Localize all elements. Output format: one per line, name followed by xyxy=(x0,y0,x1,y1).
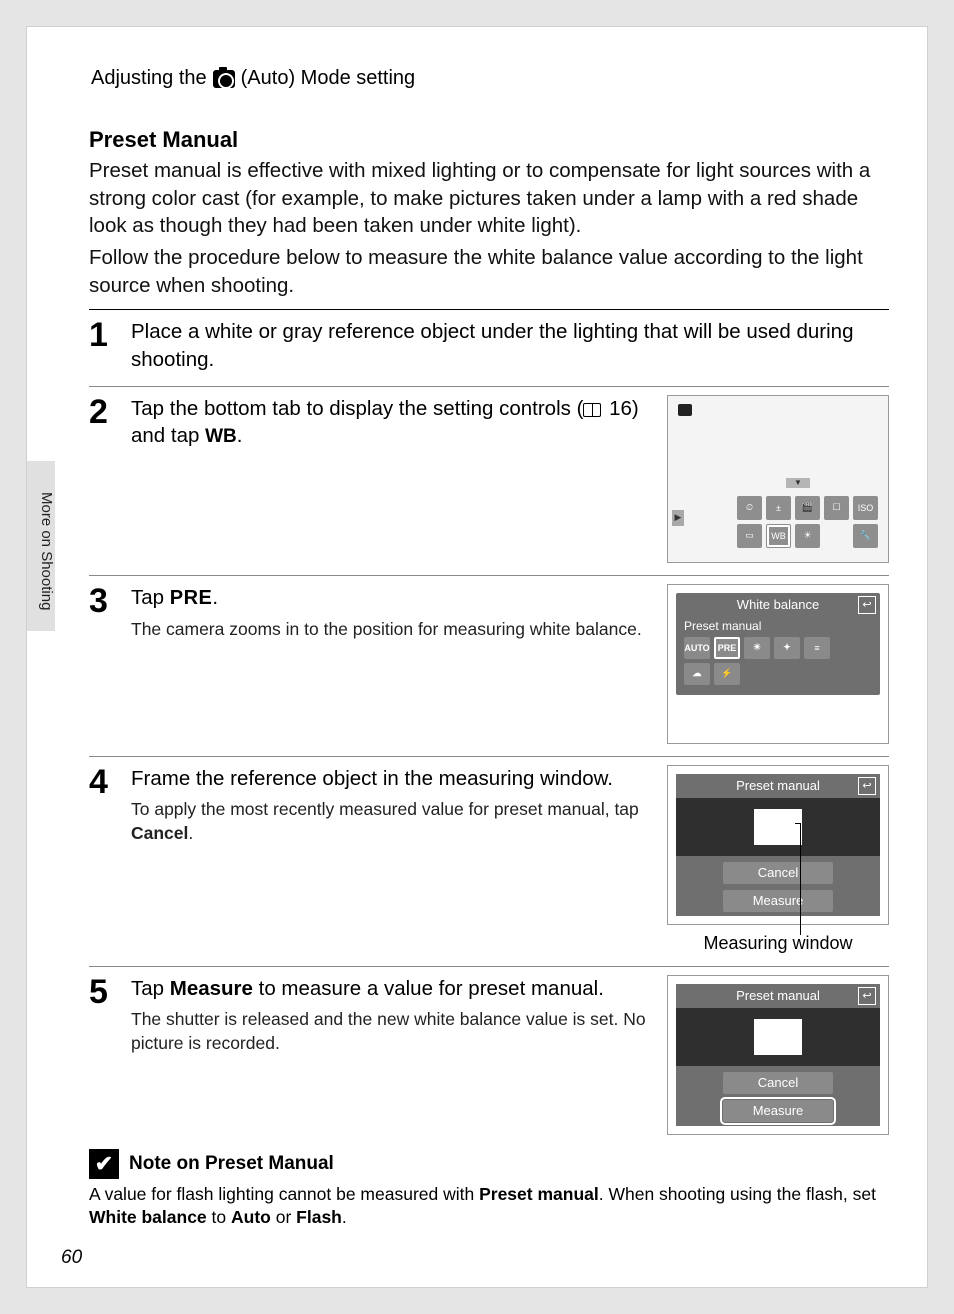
timer-icon[interactable]: ⏲ xyxy=(737,496,762,520)
iso-icon[interactable]: ISO xyxy=(853,496,878,520)
step-5-text: Tap Measure to measure a value for prese… xyxy=(131,975,649,1003)
back-button[interactable]: ↩ xyxy=(858,596,876,614)
callout-line xyxy=(800,823,801,935)
wb-options-row-1: AUTO PRE ☀ ✦ ≡ xyxy=(676,637,880,659)
wb-cloudy-option[interactable]: ☁ xyxy=(684,663,710,685)
button-stack: Cancel Measure xyxy=(676,862,880,912)
callout-line xyxy=(795,823,801,824)
step-4-sub: To apply the most recently measured valu… xyxy=(131,798,649,845)
content-area: Preset Manual Preset manual is effective… xyxy=(89,127,889,1230)
step-2: 2 Tap the bottom tab to display the sett… xyxy=(89,395,889,563)
wb-menu: White balance ↩ Preset manual AUTO PRE ☀… xyxy=(676,593,880,695)
movie-icon[interactable]: 🎬 xyxy=(795,496,820,520)
back-button[interactable]: ↩ xyxy=(858,777,876,795)
screenshot-measure-active: Preset manual ↩ Cancel Measure xyxy=(667,975,889,1135)
exposure-icon[interactable]: ± xyxy=(766,496,791,520)
camera-mode-icon xyxy=(678,404,692,416)
step-1-text: Place a white or gray reference object u… xyxy=(131,318,889,373)
wb-fluorescent-option[interactable]: ≡ xyxy=(804,637,830,659)
wb-icon: WB xyxy=(205,426,237,447)
settings-icon-row-2: ▭ WB ☀ 🔧 xyxy=(737,524,878,548)
note-icon: ✔ xyxy=(89,1149,119,1179)
section-title: Preset Manual xyxy=(89,127,889,153)
measure-viewport xyxy=(676,1008,880,1066)
wb-daylight-option[interactable]: ☀ xyxy=(744,637,770,659)
step-number: 1 xyxy=(89,318,117,352)
section-tab: More on Shooting xyxy=(27,461,55,631)
step-4: 4 Frame the reference object in the meas… xyxy=(89,765,889,954)
step-3-sub: The camera zooms in to the position for … xyxy=(131,618,649,642)
wb-icon-button[interactable]: WB xyxy=(766,524,791,548)
step-number: 5 xyxy=(89,975,117,1009)
measuring-window-box xyxy=(754,809,802,845)
step-4-text: Frame the reference object in the measur… xyxy=(131,765,649,793)
settings-icon-row-1: ⏲ ± 🎬 ☐ ISO xyxy=(737,496,878,520)
wb-menu-subtitle: Preset manual xyxy=(676,617,880,637)
note-title: Note on Preset Manual xyxy=(129,1153,334,1175)
wb-options-row-2: ☁ ⚡ xyxy=(676,663,880,685)
step-3: 3 Tap PRE. The camera zooms in to the po… xyxy=(89,584,889,744)
step-number: 2 xyxy=(89,395,117,429)
step-1: 1 Place a white or gray reference object… xyxy=(89,318,889,373)
screenshot-settings-tab: ▼ ▶ ⏲ ± 🎬 ☐ ISO ▭ WB ☀ 🔧 xyxy=(667,395,889,563)
divider xyxy=(89,756,889,757)
manual-page: Adjusting the (Auto) Mode setting More o… xyxy=(26,26,928,1288)
screenshot-measure-window: Preset manual ↩ Cancel Measure xyxy=(667,765,889,925)
step-5-sub: The shutter is released and the new whit… xyxy=(131,1008,649,1055)
measure-button[interactable]: Measure xyxy=(723,1100,833,1122)
header-suffix: (Auto) Mode setting xyxy=(241,67,416,90)
measure-viewport xyxy=(676,798,880,856)
screenshot-wb-menu: White balance ↩ Preset manual AUTO PRE ☀… xyxy=(667,584,889,744)
step-2-text: Tap the bottom tab to display the settin… xyxy=(131,395,649,450)
continuous-icon[interactable]: ▭ xyxy=(737,524,762,548)
wb-incandescent-option[interactable]: ✦ xyxy=(774,637,800,659)
cancel-button[interactable]: Cancel xyxy=(723,862,833,884)
back-button[interactable]: ↩ xyxy=(858,987,876,1005)
divider xyxy=(89,309,889,310)
wb-pre-option[interactable]: PRE xyxy=(714,637,740,659)
page-header: Adjusting the (Auto) Mode setting xyxy=(91,67,415,90)
page-ref-icon xyxy=(583,403,601,417)
preset-menu: Preset manual ↩ Cancel Measure xyxy=(676,774,880,916)
divider xyxy=(89,966,889,967)
step-number: 4 xyxy=(89,765,117,799)
wb-menu-title: White balance xyxy=(737,597,819,612)
note-body: A value for flash lighting cannot be mea… xyxy=(89,1183,889,1230)
measure-button[interactable]: Measure xyxy=(723,890,833,912)
divider xyxy=(89,386,889,387)
side-arrow-tab[interactable]: ▶ xyxy=(672,510,684,526)
preset-menu: Preset manual ↩ Cancel Measure xyxy=(676,984,880,1126)
note-block: ✔ Note on Preset Manual xyxy=(89,1149,889,1179)
pulldown-icon: ▼ xyxy=(786,478,810,488)
preset-menu-title: Preset manual xyxy=(736,988,820,1003)
wb-flash-option[interactable]: ⚡ xyxy=(714,663,740,685)
pre-icon: PRE xyxy=(170,587,213,609)
touch-icon[interactable]: ☐ xyxy=(824,496,849,520)
measuring-window-box xyxy=(754,1019,802,1055)
step-3-text: Tap PRE. xyxy=(131,584,649,612)
preset-menu-title: Preset manual xyxy=(736,778,820,793)
section-para-2: Follow the procedure below to measure th… xyxy=(89,244,889,299)
step-number: 3 xyxy=(89,584,117,618)
camera-icon xyxy=(213,70,235,88)
divider xyxy=(89,575,889,576)
page-number: 60 xyxy=(61,1247,82,1269)
wb-auto-option[interactable]: AUTO xyxy=(684,637,710,659)
ev-icon[interactable]: ☀ xyxy=(795,524,820,548)
header-prefix: Adjusting the xyxy=(91,67,207,90)
step-5: 5 Tap Measure to measure a value for pre… xyxy=(89,975,889,1135)
button-stack: Cancel Measure xyxy=(676,1072,880,1122)
section-para-1: Preset manual is effective with mixed li… xyxy=(89,157,889,240)
cancel-button[interactable]: Cancel xyxy=(723,1072,833,1094)
setup-icon[interactable]: 🔧 xyxy=(853,524,878,548)
measuring-window-label: Measuring window xyxy=(667,933,889,954)
